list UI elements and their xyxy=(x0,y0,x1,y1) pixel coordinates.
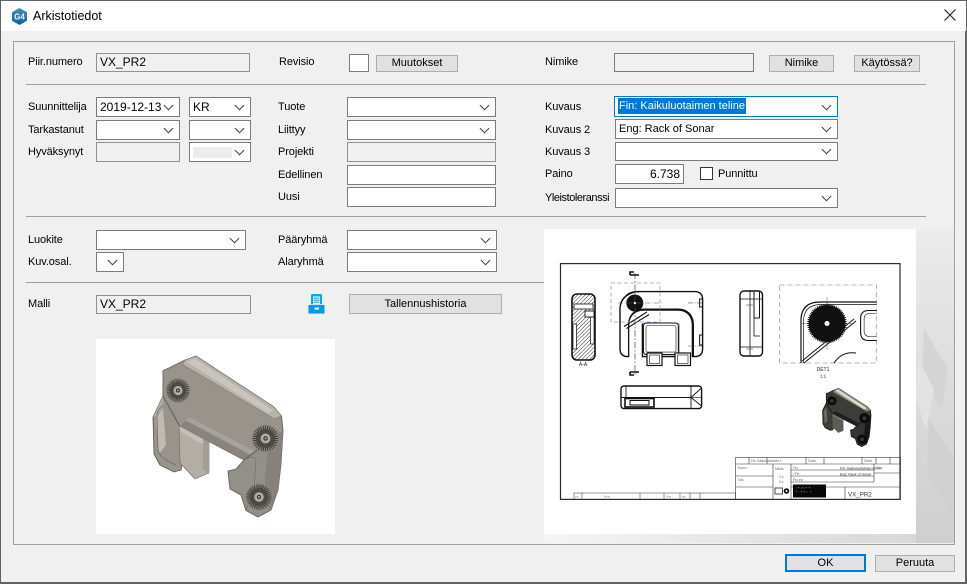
svg-text:Pos: Pos xyxy=(666,495,672,499)
svg-text:1:1: 1:1 xyxy=(820,374,827,379)
svg-text:VX_PR2: VX_PR2 xyxy=(848,492,872,499)
svg-text:A-A: A-A xyxy=(579,362,588,368)
svg-text:os: os xyxy=(575,495,579,499)
svg-text:* .*:*:. *: * .*:*:. * xyxy=(796,490,812,494)
svg-text:DET1: DET1 xyxy=(817,367,830,373)
svg-text:1:1: 1:1 xyxy=(779,475,784,479)
svg-text:Tark.: Tark. xyxy=(738,478,745,482)
svg-text:Nimi: Nimi xyxy=(604,495,610,499)
svg-text:Sheet: Sheet xyxy=(864,459,872,463)
svg-text:+Fin: +Fin xyxy=(793,472,800,476)
svg-text:Fin:: Fin: xyxy=(793,466,798,470)
svg-text:G4: G4 xyxy=(14,13,25,22)
svg-text::*::*.* *:: :*::*.* *: xyxy=(796,486,812,490)
svg-text:0:1: 0:1 xyxy=(779,480,784,484)
svg-text:Scale: Scale xyxy=(808,459,816,463)
svg-text:kpl: kpl xyxy=(682,495,686,499)
svg-text:Eng: Rack of Sonar: Eng: Rack of Sonar xyxy=(840,473,872,477)
svg-text:Suunn.: Suunn. xyxy=(738,466,748,470)
svg-text:Mittak.: Mittak. xyxy=(775,467,785,471)
svg-text:Fin: Kaikuluotaimen t.: Fin: Kaikuluotaimen t. xyxy=(751,459,782,463)
svg-text:Pro ect: Pro ect xyxy=(793,478,803,482)
svg-text:Fin: Kaikuluotaimen teline: Fin: Kaikuluotaimen teline xyxy=(840,467,881,471)
